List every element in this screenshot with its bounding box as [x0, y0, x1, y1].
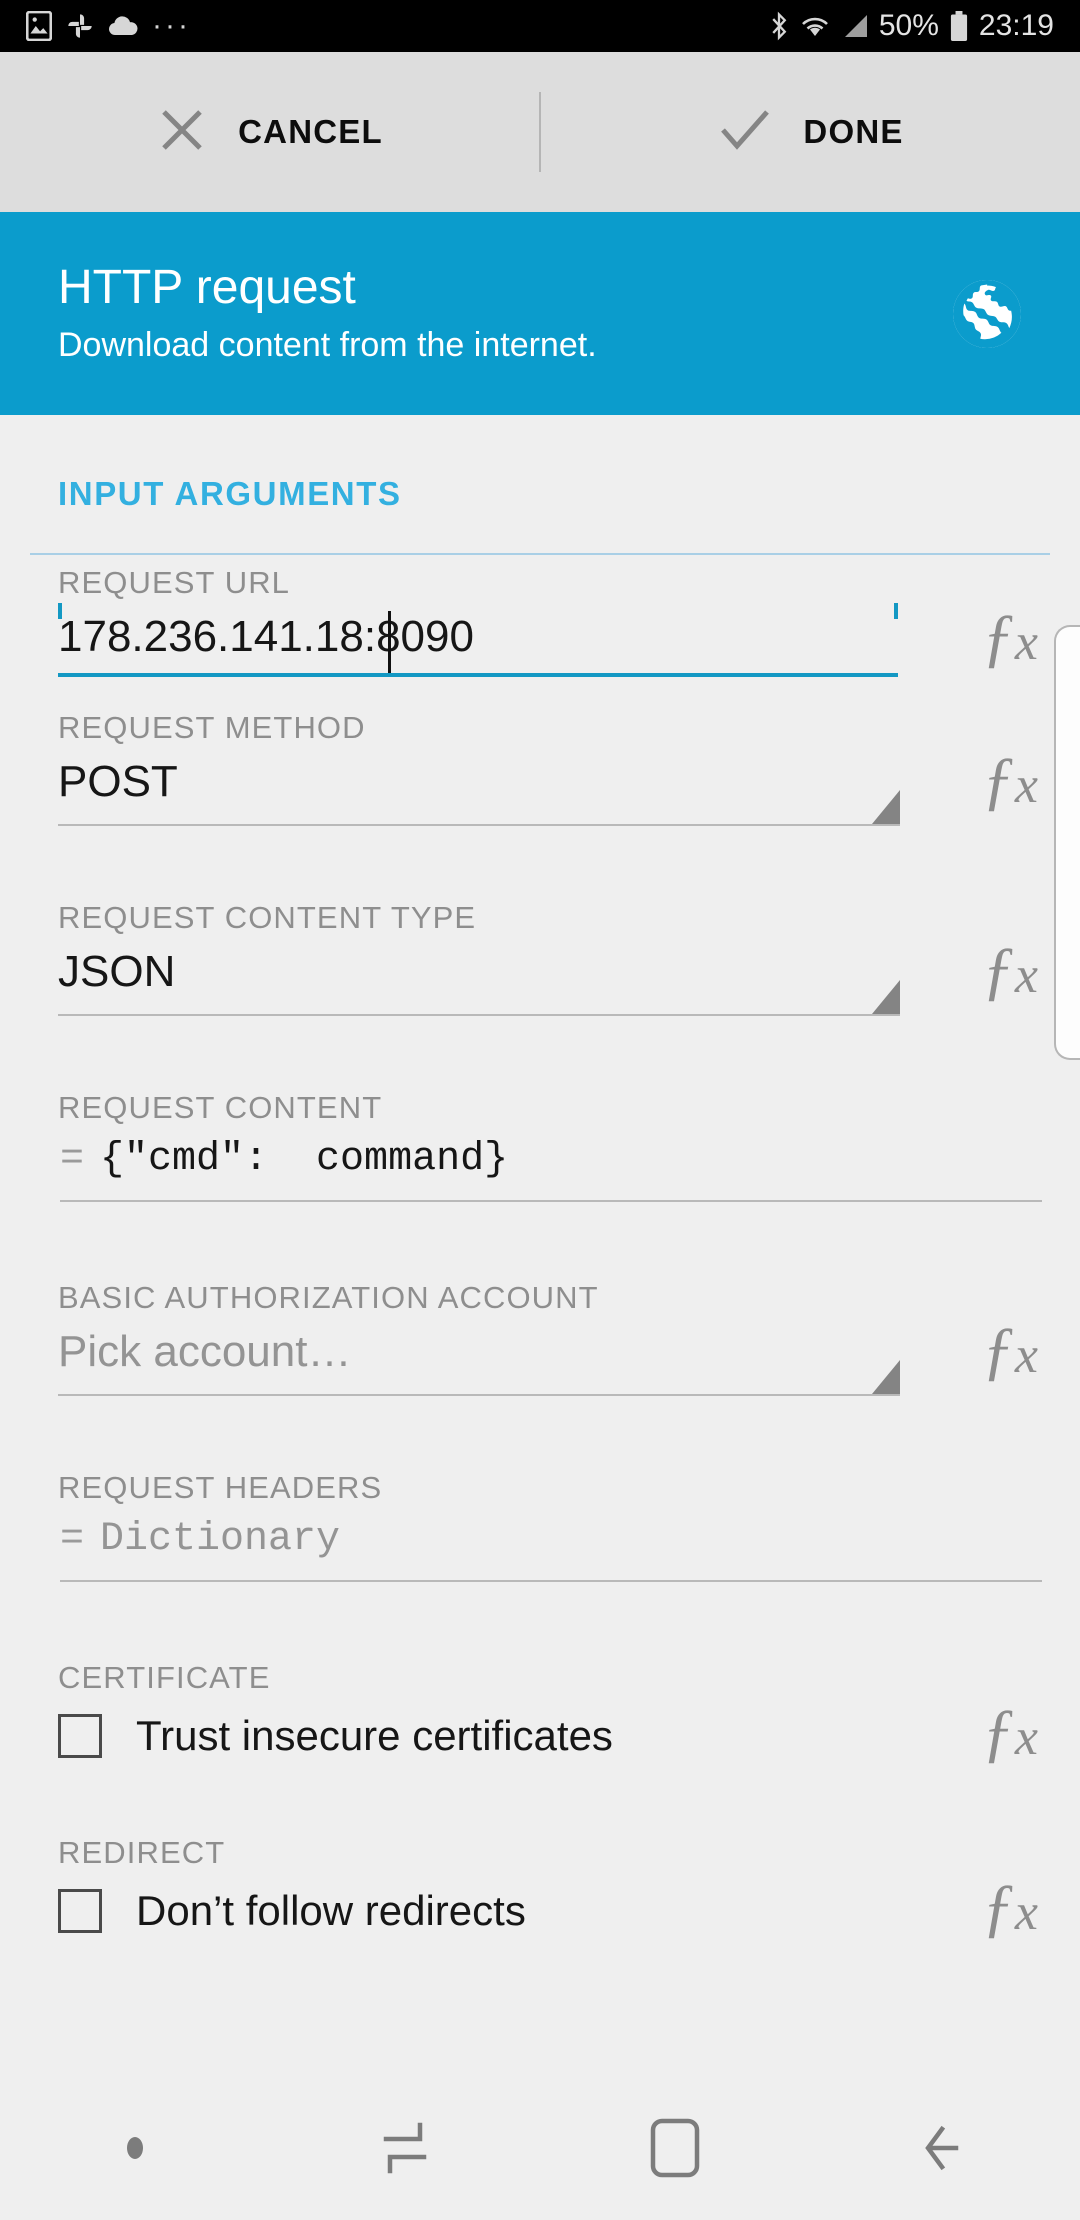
field-request-content: REQUEST CONTENT = {"cmd": command} — [0, 1092, 1080, 1282]
trust-insecure-certificates-checkbox[interactable] — [58, 1714, 102, 1758]
field-request-method: REQUEST METHOD POST ƒx — [0, 712, 1080, 902]
request-method-spinner[interactable]: POST — [40, 760, 900, 826]
globe-icon — [950, 277, 1024, 351]
status-bar: ··· 50% 23:19 — [0, 0, 1080, 52]
phone-screen: ··· 50% 23:19 CANCEL DONE HTTP request D… — [0, 0, 1080, 2220]
battery-percent-label: 50% — [878, 9, 939, 42]
spinner-triangle-icon — [872, 790, 900, 824]
system-navigation-bar — [0, 2075, 1080, 2220]
fx-icon[interactable]: ƒx — [982, 1875, 1038, 1941]
field-request-url: REQUEST URL 178.236.141.18:8090 ƒx — [0, 567, 1080, 712]
done-button[interactable]: DONE — [541, 52, 1080, 212]
request-method-value: POST — [58, 757, 178, 806]
request-headers-prefix: = — [60, 1517, 85, 1562]
spinner-triangle-icon — [872, 980, 900, 1014]
field-redirect-label: REDIRECT — [58, 1835, 226, 1870]
check-icon — [717, 104, 773, 161]
back-icon[interactable] — [810, 2075, 1080, 2220]
done-button-label: DONE — [803, 113, 904, 150]
field-list: REQUEST URL 178.236.141.18:8090 ƒx REQUE… — [0, 567, 1080, 2012]
close-x-icon — [156, 104, 208, 161]
field-request-method-label: REQUEST METHOD — [58, 710, 366, 745]
fx-icon[interactable]: ƒx — [982, 1700, 1038, 1766]
fx-icon[interactable]: ƒx — [982, 748, 1038, 814]
home-icon[interactable] — [540, 2075, 810, 2220]
basic-authorization-account-placeholder: Pick account… — [58, 1327, 352, 1376]
recents-icon[interactable] — [270, 2075, 540, 2220]
signal-icon — [841, 12, 869, 40]
field-certificate: CERTIFICATE Trust insecure certificates … — [0, 1662, 1080, 1837]
fx-icon[interactable]: ƒx — [982, 938, 1038, 1004]
request-content-prefix: = — [60, 1137, 85, 1182]
trust-insecure-certificates-label: Trust insecure certificates — [136, 1712, 613, 1759]
field-request-content-label: REQUEST CONTENT — [58, 1090, 383, 1125]
field-request-content-type: REQUEST CONTENT TYPE JSON ƒx — [0, 902, 1080, 1092]
field-certificate-label: CERTIFICATE — [58, 1660, 271, 1695]
block-header: HTTP request Download content from the i… — [0, 212, 1080, 415]
bluetooth-icon — [769, 11, 789, 41]
field-request-url-label: REQUEST URL — [58, 565, 291, 600]
request-content-value: {"cmd": command} — [100, 1137, 509, 1182]
dont-follow-redirects-checkbox-row[interactable]: Don’t follow redirects — [58, 1889, 526, 1933]
cloud-icon — [108, 15, 138, 37]
nav-dot-icon[interactable] — [0, 2075, 270, 2220]
clock-label: 23:19 — [978, 9, 1054, 42]
request-url-input[interactable]: 178.236.141.18:8090 — [58, 611, 898, 677]
basic-authorization-account-underline — [58, 1394, 900, 1396]
image-icon — [26, 11, 52, 41]
field-request-content-type-label: REQUEST CONTENT TYPE — [58, 900, 477, 935]
field-basic-authorization-account-label: BASIC AUTHORIZATION ACCOUNT — [58, 1280, 599, 1315]
status-bar-notification-icons: ··· — [26, 11, 191, 41]
cancel-button-label: CANCEL — [238, 113, 383, 150]
more-dots-icon: ··· — [152, 9, 191, 42]
request-headers-value: Dictionary — [100, 1517, 341, 1562]
request-url-value: 178.236.141.18:8090 — [58, 612, 474, 661]
request-url-underline — [58, 673, 898, 677]
page-title: HTTP request — [58, 260, 356, 314]
trust-insecure-certificates-checkbox-row[interactable]: Trust insecure certificates — [58, 1714, 613, 1758]
action-bar: CANCEL DONE — [0, 52, 1080, 212]
fx-icon[interactable]: ƒx — [982, 1318, 1038, 1384]
photos-pinwheel-icon — [66, 12, 94, 40]
field-request-headers: REQUEST HEADERS = Dictionary — [0, 1472, 1080, 1662]
dont-follow-redirects-label: Don’t follow redirects — [136, 1887, 526, 1934]
status-bar-system-icons: 50% 23:19 — [769, 9, 1054, 43]
request-content-type-underline — [58, 1014, 900, 1016]
block-header-text: HTTP request Download content from the i… — [58, 260, 950, 366]
request-content-underline — [60, 1200, 1042, 1202]
field-basic-authorization-account: BASIC AUTHORIZATION ACCOUNT Pick account… — [0, 1282, 1080, 1472]
dont-follow-redirects-checkbox[interactable] — [58, 1889, 102, 1933]
cancel-button[interactable]: CANCEL — [0, 52, 539, 212]
battery-icon — [949, 11, 969, 41]
fx-icon[interactable]: ƒx — [982, 605, 1038, 671]
request-method-underline — [58, 824, 900, 826]
spinner-triangle-icon — [872, 1360, 900, 1394]
text-caret — [388, 611, 391, 673]
request-content-type-value: JSON — [58, 947, 176, 996]
wifi-icon — [799, 12, 831, 40]
field-redirect: REDIRECT Don’t follow redirects ƒx — [0, 1837, 1080, 2012]
request-headers-input[interactable]: = Dictionary — [42, 1520, 1042, 1582]
section-title-input-arguments: INPUT ARGUMENTS — [58, 475, 402, 512]
field-request-headers-label: REQUEST HEADERS — [58, 1470, 383, 1505]
basic-authorization-account-spinner[interactable]: Pick account… — [40, 1330, 900, 1396]
input-arguments-scroll-area[interactable]: INPUT ARGUMENTS REQUEST URL 178.236.141.… — [0, 415, 1080, 2075]
page-subtitle: Download content from the internet. — [58, 326, 597, 365]
section-divider — [30, 553, 1050, 555]
request-headers-underline — [60, 1580, 1042, 1582]
vertical-scrollbar-thumb[interactable] — [1054, 625, 1080, 1060]
request-content-input[interactable]: = {"cmd": command} — [42, 1140, 1042, 1202]
request-content-type-spinner[interactable]: JSON — [40, 950, 900, 1016]
